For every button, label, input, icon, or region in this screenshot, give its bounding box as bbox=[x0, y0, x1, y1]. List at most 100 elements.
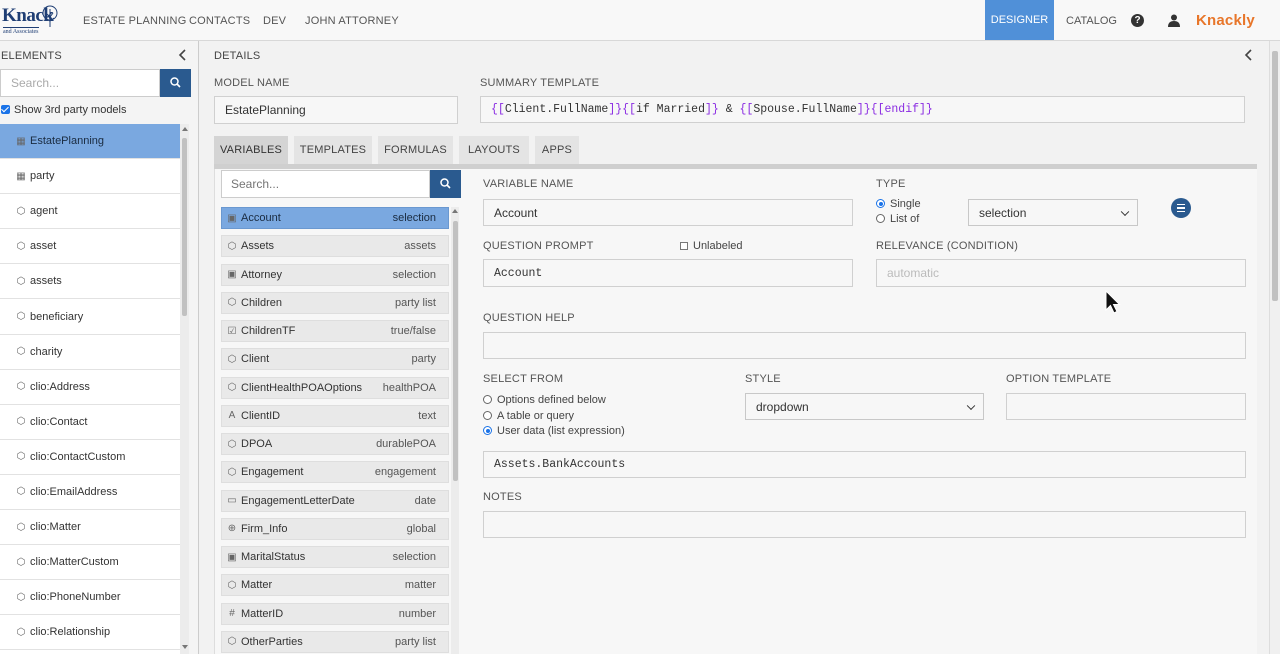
elements-scrollbar[interactable] bbox=[180, 124, 189, 654]
variable-item[interactable]: ⬡ Matter matter bbox=[221, 574, 449, 597]
details-title: DETAILS bbox=[214, 50, 261, 62]
nav-catalog[interactable]: CATALOG bbox=[1066, 15, 1117, 27]
variable-name: ClientHealthPOAOptions bbox=[241, 381, 363, 394]
model-name-label: MODEL NAME bbox=[214, 77, 290, 89]
element-item[interactable]: ⬡ clio:Address bbox=[0, 370, 180, 405]
variable-item[interactable]: A ClientID text bbox=[221, 404, 449, 427]
nav-contacts[interactable]: CONTACTS bbox=[189, 15, 250, 27]
cube-icon: ⬡ bbox=[16, 521, 26, 533]
company-logo[interactable]: Knack and Associates bbox=[0, 5, 60, 37]
elements-search-button[interactable] bbox=[160, 69, 191, 97]
variables-scrollbar[interactable] bbox=[451, 207, 459, 654]
element-item[interactable]: ⬡ clio:PhoneNumber bbox=[0, 580, 180, 616]
element-item[interactable]: ⬡ assets bbox=[0, 264, 180, 300]
list-expression-input[interactable]: Assets.BankAccounts bbox=[483, 451, 1246, 478]
element-item[interactable]: ⬡ clio:ContactCustom bbox=[0, 440, 180, 475]
variable-item[interactable]: ⬡ DPOA durablePOA bbox=[221, 433, 449, 455]
element-item[interactable]: ⬡ agent bbox=[0, 194, 180, 230]
variable-item[interactable]: ▣ Account selection bbox=[221, 207, 449, 229]
variable-item[interactable]: ▭ EngagementLetterDate date bbox=[221, 489, 449, 512]
variable-name: Engagement bbox=[241, 466, 304, 479]
element-item[interactable]: ⬡ beneficiary bbox=[0, 299, 180, 335]
variable-item[interactable]: ⬡ Client party bbox=[221, 348, 449, 371]
collapse-chevron-left-icon[interactable] bbox=[1244, 49, 1254, 61]
element-item[interactable]: ⬡ clio:Relationship bbox=[0, 615, 180, 651]
scroll-thumb[interactable] bbox=[182, 138, 187, 316]
cube-icon: ⬡ bbox=[16, 486, 26, 498]
scroll-up-arrow-icon[interactable] bbox=[181, 127, 188, 131]
variable-item[interactable]: ▣ Attorney selection bbox=[221, 263, 449, 286]
type-select[interactable]: selection bbox=[968, 199, 1138, 226]
scroll-down-arrow-icon[interactable] bbox=[181, 645, 188, 649]
summary-template-input[interactable]: {[Client.FullName]}{[if Married]} & {[Sp… bbox=[480, 96, 1245, 123]
variable-type: healthPOA bbox=[382, 381, 436, 394]
element-item[interactable]: ⬡ clio:Matter bbox=[0, 510, 180, 546]
element-item[interactable]: ⬡ charity bbox=[0, 335, 180, 370]
page-scrollbar[interactable] bbox=[1269, 41, 1280, 654]
variable-item[interactable]: ☑ ChildrenTF true/false bbox=[221, 320, 449, 342]
tab-variables[interactable]: VARIABLES bbox=[214, 136, 288, 164]
scroll-thumb[interactable] bbox=[1272, 51, 1278, 301]
variable-item[interactable]: ⬡ ClientHealthPOAOptions healthPOA bbox=[221, 376, 449, 399]
element-item[interactable]: ⬡ clio:Contact bbox=[0, 405, 180, 440]
question-help-input[interactable] bbox=[483, 332, 1246, 359]
option-template-label: OPTION TEMPLATE bbox=[1006, 373, 1112, 385]
scroll-up-arrow-icon[interactable] bbox=[452, 209, 458, 213]
tab-apps[interactable]: APPS bbox=[535, 136, 579, 164]
variables-search-input[interactable] bbox=[221, 170, 430, 198]
select-from-user-data-radio[interactable]: User data (list expression) bbox=[483, 425, 625, 437]
scroll-thumb[interactable] bbox=[452, 221, 458, 481]
unlabeled-checkbox[interactable]: Unlabeled bbox=[680, 240, 743, 252]
element-item[interactable]: ⬡ clio:MatterCustom bbox=[0, 545, 180, 581]
relevance-input[interactable]: automatic bbox=[876, 259, 1246, 287]
variable-item[interactable]: ⬡ OtherParties party list bbox=[221, 630, 449, 653]
variable-item[interactable]: ⊕ Firm_Info global bbox=[221, 517, 449, 540]
style-select[interactable]: dropdown bbox=[745, 393, 984, 420]
model-name-input[interactable]: EstatePlanning bbox=[214, 96, 458, 124]
cube-icon: ⬡ bbox=[227, 353, 237, 365]
element-item[interactable]: ▦ EstatePlanning bbox=[0, 124, 180, 160]
type-list-radio[interactable]: List of bbox=[876, 213, 919, 225]
tab-layouts[interactable]: LAYOUTS bbox=[459, 136, 529, 164]
element-item-label: party bbox=[30, 170, 55, 183]
variable-name-input[interactable]: Account bbox=[483, 199, 853, 226]
chevron-down-icon bbox=[966, 401, 976, 410]
select-from-table-radio[interactable]: A table or query bbox=[483, 410, 574, 422]
cube-icon: ⬡ bbox=[16, 416, 26, 428]
user-icon[interactable] bbox=[1168, 14, 1180, 27]
summary-template-token: endif bbox=[884, 103, 919, 116]
variable-item[interactable]: ⬡ Children party list bbox=[221, 291, 449, 314]
nav-designer[interactable]: DESIGNER bbox=[985, 0, 1054, 40]
variable-type: engagement bbox=[374, 466, 436, 479]
elements-list: ▦ EstatePlanning ▦ party ⬡ agent ⬡ asset ⬡ assets… bbox=[0, 124, 180, 654]
elements-search-input[interactable] bbox=[0, 69, 160, 97]
variable-item[interactable]: # MatterID number bbox=[221, 602, 449, 625]
question-prompt-input[interactable]: Account bbox=[483, 259, 853, 287]
option-template-input[interactable] bbox=[1006, 393, 1246, 420]
table-icon: ▦ bbox=[16, 170, 26, 182]
variables-search-button[interactable] bbox=[430, 170, 461, 198]
variable-type: global bbox=[406, 522, 436, 535]
tab-templates[interactable]: TEMPLATES bbox=[294, 136, 372, 164]
element-item-label: clio:EmailAddress bbox=[30, 485, 118, 498]
variable-item[interactable]: ⬡ Engagement engagement bbox=[221, 461, 449, 484]
variable-item[interactable]: ▣ MaritalStatus selection bbox=[221, 546, 449, 568]
variable-type: selection bbox=[392, 212, 436, 224]
select-from-options-radio[interactable]: Options defined below bbox=[483, 394, 606, 406]
collapse-chevron-left-icon[interactable] bbox=[178, 49, 188, 61]
variable-name: Firm_Info bbox=[241, 522, 288, 535]
tab-formulas[interactable]: FORMULAS bbox=[378, 136, 453, 164]
element-item[interactable]: ⬡ clio:EmailAddress bbox=[0, 475, 180, 511]
element-item[interactable]: ⬡ asset bbox=[0, 229, 180, 265]
show-3rd-party-checkbox[interactable]: Show 3rd party models bbox=[1, 104, 127, 116]
nav-estate-planning[interactable]: ESTATE PLANNING bbox=[83, 15, 186, 27]
variable-item[interactable]: ⬡ Assets assets bbox=[221, 235, 449, 258]
nav-dev[interactable]: DEV bbox=[263, 15, 286, 27]
menu-icon[interactable] bbox=[1171, 198, 1191, 218]
help-icon[interactable]: ? bbox=[1131, 14, 1144, 27]
notes-input[interactable] bbox=[483, 511, 1246, 538]
tree-icon bbox=[42, 5, 58, 27]
nav-john-attorney[interactable]: JOHN ATTORNEY bbox=[305, 15, 399, 27]
element-item[interactable]: ▦ party bbox=[0, 159, 180, 195]
type-single-radio[interactable]: Single bbox=[876, 198, 921, 210]
